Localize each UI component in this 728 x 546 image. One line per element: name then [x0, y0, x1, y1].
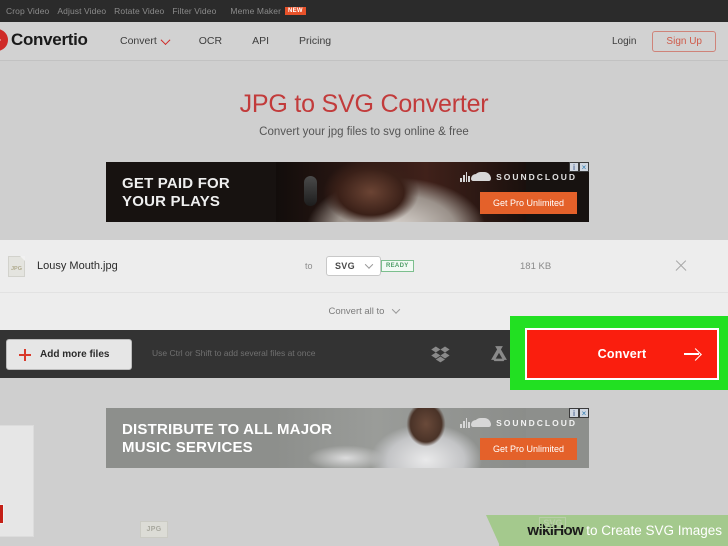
hero-section: JPG to SVG Converter Convert your jpg fi… — [0, 60, 728, 138]
file-name: Lousy Mouth.jpg — [37, 260, 118, 272]
signup-button[interactable]: Sign Up — [652, 30, 716, 52]
topbar-item-adjust-video[interactable]: Adjust Video — [57, 6, 106, 16]
soundcloud-name-bottom: SOUNDCLOUD — [496, 417, 577, 428]
wikihow-watermark: SVG wikiHow to Create SVG Images — [486, 515, 728, 546]
file-type-icon: JPG — [8, 255, 25, 277]
ad-bottom-headline-line2: MUSIC SERVICES — [122, 439, 253, 457]
watermark-title: to Create SVG Images — [586, 523, 722, 538]
nav-item-ocr[interactable]: OCR — [199, 35, 222, 47]
soundcloud-wave-icon — [460, 417, 471, 428]
topbar-item-rotate-video[interactable]: Rotate Video — [114, 6, 164, 16]
soundcloud-name-top: SOUNDCLOUD — [496, 171, 577, 182]
site-header: Convertio Convert OCR API Pricing Login … — [0, 22, 728, 61]
nav-item-convert[interactable]: Convert — [120, 34, 171, 47]
page-title: JPG to SVG Converter — [239, 90, 489, 118]
soundcloud-wave-icon — [460, 171, 471, 182]
main-nav: Convert OCR API Pricing — [120, 22, 361, 60]
chevron-down-icon — [160, 34, 171, 45]
remove-file-icon[interactable] — [674, 259, 688, 273]
google-drive-icon[interactable] — [489, 344, 509, 364]
logo-text: Convertio — [11, 30, 88, 49]
soundcloud-cloud-icon — [471, 172, 492, 181]
page-subtitle: Convert your jpg files to svg online & f… — [259, 126, 469, 138]
add-more-files-button[interactable]: Add more files — [6, 339, 133, 370]
logo-play-icon — [0, 29, 8, 51]
add-more-files-label: Add more files — [40, 349, 110, 360]
file-size: 181 KB — [520, 260, 552, 272]
topbar-item-meme-maker-label: Meme Maker — [230, 6, 281, 16]
ad-top-headline-line2: YOUR PLAYS — [122, 193, 221, 211]
nav-item-api[interactable]: API — [252, 35, 269, 47]
close-icon[interactable]: × — [579, 162, 589, 172]
close-icon[interactable]: × — [579, 408, 589, 418]
convertio-logo[interactable]: Convertio — [0, 29, 88, 51]
ad-top-close-controls[interactable]: i × — [569, 162, 589, 172]
plus-icon — [19, 348, 31, 361]
ad-bottom-cta-button[interactable]: Get Pro Unlimited — [479, 438, 577, 460]
multi-select-hint: Use Ctrl or Shift to add several files a… — [152, 348, 316, 358]
soundcloud-cloud-icon — [471, 418, 492, 427]
adchoices-icon[interactable]: i — [569, 408, 579, 418]
topbar-item-meme-maker[interactable]: Meme Maker NEW — [230, 6, 306, 16]
advertisement-bottom[interactable]: DISTRIBUTE TO ALL MAJOR MUSIC SERVICES S… — [106, 408, 589, 468]
partial-red-marker — [0, 504, 4, 524]
to-label: to — [305, 261, 313, 271]
chevron-down-icon — [392, 305, 401, 314]
header-actions: Login Sign Up — [612, 22, 716, 60]
dropbox-icon[interactable] — [430, 344, 450, 364]
topbar-item-filter-video[interactable]: Filter Video — [172, 6, 216, 16]
soundcloud-brand-top: SOUNDCLOUD — [460, 171, 577, 182]
ad-top-headline-line1: GET PAID FOR — [122, 175, 230, 192]
convert-button-highlight: Convert — [510, 316, 728, 390]
output-format-value: SVG — [335, 261, 355, 271]
partial-left-card — [0, 425, 34, 537]
adchoices-icon[interactable]: i — [569, 162, 579, 172]
microphone-graphic — [304, 176, 317, 206]
advertisement-top[interactable]: GET PAID FOR YOUR PLAYS SOUNDCLOUD Get P… — [106, 162, 589, 222]
login-link[interactable]: Login — [612, 36, 636, 47]
jpg-format-chip[interactable]: JPG — [140, 521, 168, 538]
watermark-ghost-badge: SVG — [539, 517, 567, 529]
convert-button-label: Convert — [597, 347, 647, 361]
ad-top-cta-button[interactable]: Get Pro Unlimited — [479, 192, 577, 214]
nav-item-convert-label: Convert — [120, 35, 157, 47]
new-badge: NEW — [285, 7, 306, 15]
ad-top-headline: GET PAID FOR YOUR PLAYS — [122, 175, 230, 212]
ad-bottom-close-controls[interactable]: i × — [569, 408, 589, 418]
convert-button[interactable]: Convert — [525, 328, 719, 380]
convert-all-label: Convert all to — [328, 305, 385, 317]
arrow-right-icon — [684, 347, 700, 361]
nav-item-pricing[interactable]: Pricing — [299, 35, 331, 47]
output-format-select[interactable]: SVG — [326, 256, 381, 276]
ad-bottom-headline-line1: DISTRIBUTE TO ALL MAJOR — [122, 421, 333, 438]
status-badge: READY — [381, 260, 414, 272]
utility-topbar: Crop Video Adjust Video Rotate Video Fil… — [0, 0, 728, 22]
chevron-down-icon — [364, 260, 374, 269]
file-row: JPG Lousy Mouth.jpg to SVG READY 181 KB — [0, 240, 728, 293]
ad-bottom-headline: DISTRIBUTE TO ALL MAJOR MUSIC SERVICES — [122, 421, 332, 458]
topbar-item-crop-video[interactable]: Crop Video — [6, 6, 49, 16]
soundcloud-brand-bottom: SOUNDCLOUD — [460, 417, 577, 428]
